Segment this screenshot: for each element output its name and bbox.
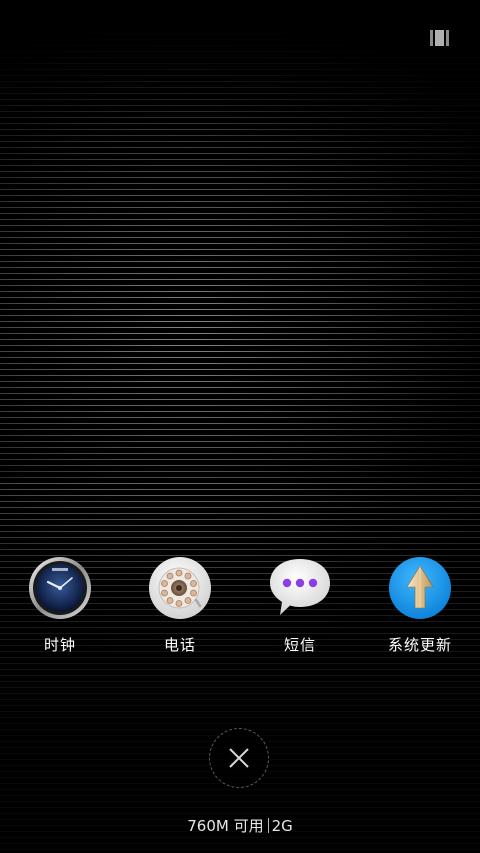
- background-shade: [0, 0, 480, 120]
- message-bubble-icon[interactable]: [268, 556, 332, 620]
- close-icon: [229, 748, 249, 768]
- app-item-messages[interactable]: 短信: [240, 556, 360, 655]
- app-item-clock[interactable]: 时钟: [0, 556, 120, 655]
- recent-view-toggle-icon[interactable]: [430, 30, 452, 46]
- memory-status: 760M 可用 2G: [0, 815, 480, 836]
- memory-total: 2G: [271, 817, 293, 835]
- memory-available: 760M 可用: [187, 817, 264, 835]
- app-item-system-update[interactable]: 系统更新: [360, 556, 480, 655]
- app-label-clock: 时钟: [43, 636, 76, 654]
- system-update-arrow-icon[interactable]: [388, 556, 452, 620]
- recent-apps-screen: 时钟 电话 短信 系统更新 760M 可用 2G: [0, 0, 480, 853]
- app-label-system-update: 系统更新: [387, 636, 452, 654]
- clear-all-button[interactable]: [209, 728, 269, 788]
- app-label-phone: 电话: [163, 636, 196, 654]
- recent-apps-row: 时钟 电话 短信 系统更新: [0, 556, 480, 666]
- memory-separator: [267, 818, 269, 833]
- clock-icon[interactable]: [28, 556, 92, 620]
- app-item-phone[interactable]: 电话: [120, 556, 240, 655]
- app-label-messages: 短信: [283, 636, 316, 654]
- rotary-phone-icon[interactable]: [148, 556, 212, 620]
